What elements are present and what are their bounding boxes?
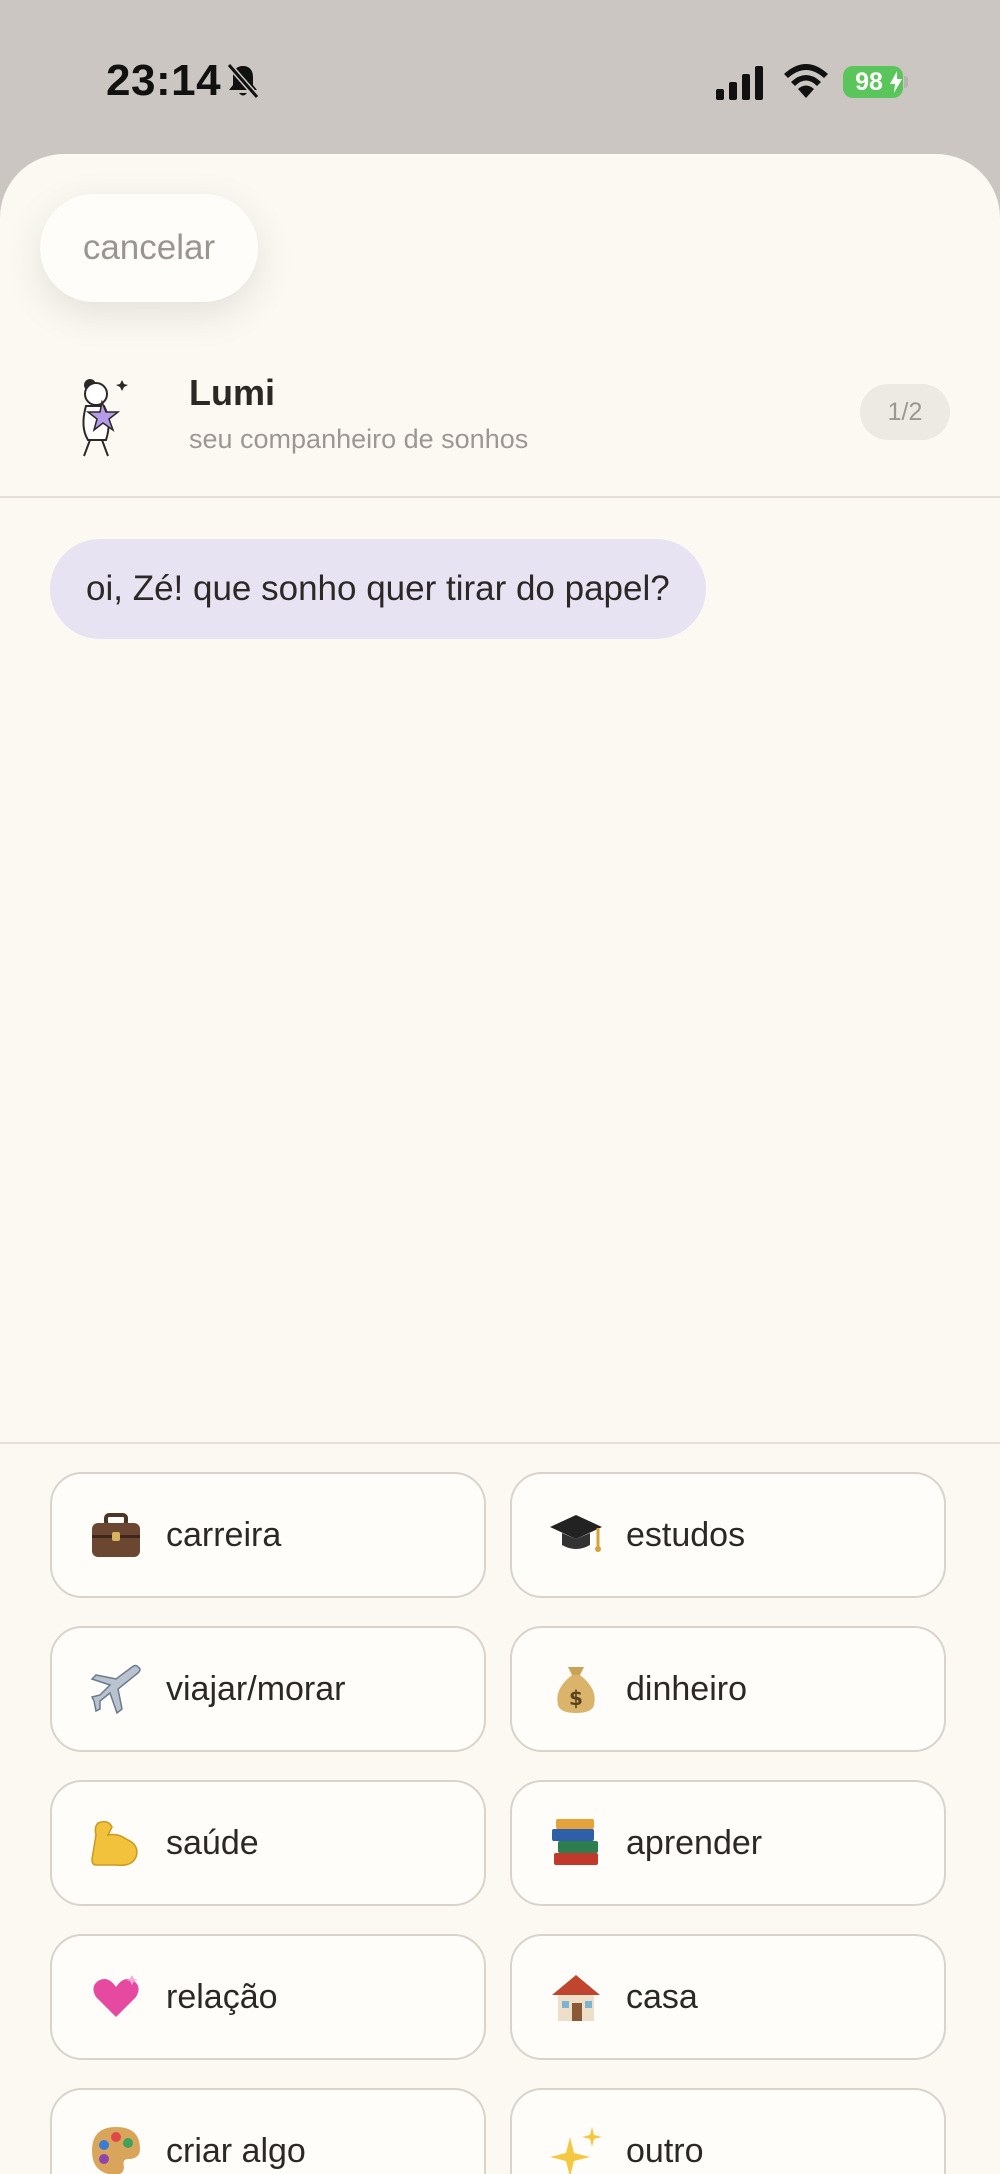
cellular-signal-icon	[716, 66, 763, 100]
heart-icon	[88, 1969, 144, 2025]
options-divider	[0, 1442, 1000, 1444]
books-icon	[548, 1815, 604, 1871]
sparkles-icon	[548, 2123, 604, 2174]
assistant-message: oi, Zé! que sonho quer tirar do papel?	[50, 539, 706, 639]
svg-text:$: $	[569, 1686, 583, 1710]
cancel-button[interactable]: cancelar	[40, 194, 258, 302]
option-label: saúde	[166, 1823, 259, 1862]
option-label: carreira	[166, 1515, 282, 1554]
option-criar-algo[interactable]: criar algo	[50, 2088, 486, 2174]
companion-header: Lumi seu companheiro de sonhos 1/2	[0, 354, 1000, 496]
option-casa[interactable]: casa	[510, 1934, 946, 2060]
option-label: aprender	[626, 1823, 763, 1862]
option-outro[interactable]: outro	[510, 2088, 946, 2174]
option-viajar-morar[interactable]: viajar/morar	[50, 1626, 486, 1752]
wifi-icon	[784, 64, 828, 98]
battery-percentage: 98	[855, 68, 883, 96]
money-bag-icon: $	[548, 1661, 604, 1717]
dream-sheet: cancelar Lumi seu companheiro de sonhos …	[0, 154, 1000, 2174]
palette-icon	[88, 2123, 144, 2174]
option-label: casa	[626, 1977, 698, 2016]
option-aprender[interactable]: aprender	[510, 1780, 946, 1906]
lumi-avatar	[82, 379, 128, 457]
option-label: dinheiro	[626, 1669, 747, 1708]
companion-name: Lumi	[189, 372, 275, 413]
option-estudos[interactable]: estudos	[510, 1472, 946, 1598]
house-icon	[548, 1969, 604, 2025]
option-label: criar algo	[166, 2131, 306, 2170]
option-dinheiro[interactable]: $ dinheiro	[510, 1626, 946, 1752]
option-carreira[interactable]: carreira	[50, 1472, 486, 1598]
battery-charging-icon: 98	[843, 66, 909, 98]
briefcase-icon	[88, 1507, 144, 1563]
graduation-cap-icon	[548, 1507, 604, 1563]
option-relacao[interactable]: relação	[50, 1934, 486, 2060]
option-saude[interactable]: saúde	[50, 1780, 486, 1906]
bell-slash-icon	[226, 63, 260, 99]
status-time: 23:14	[106, 56, 222, 105]
option-label: viajar/morar	[166, 1669, 346, 1708]
status-bar: 23:14 98	[0, 0, 1000, 160]
airplane-icon	[88, 1661, 144, 1717]
option-label: estudos	[626, 1515, 746, 1554]
step-badge: 1/2	[860, 384, 950, 440]
flexed-biceps-icon	[88, 1815, 144, 1871]
option-label: relação	[166, 1977, 278, 2016]
option-label: outro	[626, 2131, 704, 2170]
header-divider	[0, 496, 1000, 498]
companion-subtitle: seu companheiro de sonhos	[189, 424, 529, 454]
